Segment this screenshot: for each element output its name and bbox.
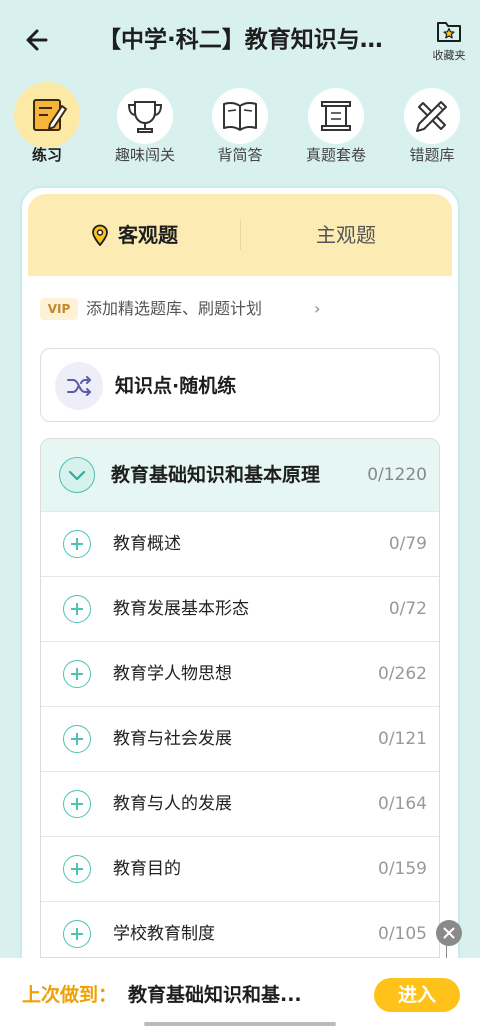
category-label: 错题库 — [409, 146, 455, 164]
enter-button[interactable]: 进入 — [374, 978, 460, 1012]
list-item-count: 0/262 — [378, 664, 427, 684]
list-item-label: 教育发展基本形态 — [113, 599, 249, 619]
last-done-label: 上次做到： — [22, 984, 118, 1006]
list-item[interactable]: 教育学人物思想 0/262 — [41, 641, 439, 706]
category-label: 练习 — [31, 146, 62, 164]
chapter-title: 教育基础知识和基本原理 — [111, 464, 321, 486]
last-progress-bar: 上次做到： 教育基础知识和基... 进入 — [0, 958, 480, 1029]
tab-subjective[interactable]: 主观题 — [240, 194, 452, 276]
list-item[interactable]: 教育发展基本形态 0/72 — [41, 576, 439, 641]
list-item-count: 0/105 — [378, 924, 427, 944]
plus-icon — [63, 660, 91, 688]
page-title: 【中学·科二】教育知识与… — [98, 27, 383, 53]
list-item-label: 教育目的 — [113, 859, 181, 879]
vip-promo-link[interactable]: VIP 添加精选题库、刷题计划 › — [40, 296, 440, 324]
back-button[interactable] — [22, 24, 54, 56]
random-practice-label: 知识点·随机练 — [115, 375, 237, 397]
category-nav: 练习 趣味闯关 背简答 真题套卷 错题库 — [0, 80, 480, 170]
question-type-tabs: 客观题 主观题 — [28, 194, 452, 276]
list-item-label: 教育与社会发展 — [113, 729, 232, 749]
tab-subjective-label: 主观题 — [316, 223, 376, 247]
list-item-label: 教育学人物思想 — [113, 664, 232, 684]
shuffle-icon — [67, 376, 91, 396]
chapter-count: 0/1220 — [367, 465, 427, 485]
category-label: 趣味闯关 — [114, 146, 175, 164]
list-item-label: 教育概述 — [113, 534, 181, 554]
list-item[interactable]: 教育与人的发展 0/164 — [41, 771, 439, 836]
tab-objective-label: 客观题 — [118, 223, 178, 247]
float-button-tether — [446, 944, 447, 958]
category-past-papers[interactable]: 真题套卷 — [291, 80, 381, 170]
pencil-ruler-icon — [416, 101, 447, 132]
plus-icon — [63, 920, 91, 948]
category-practice[interactable]: 练习 — [2, 80, 92, 170]
vip-promo-text: 添加精选题库、刷题计划 — [86, 299, 263, 318]
list-item-count: 0/164 — [378, 794, 427, 814]
list-item-count: 0/79 — [388, 534, 427, 554]
category-challenge[interactable]: 趣味闯关 — [100, 80, 190, 170]
category-label: 背简答 — [217, 146, 263, 164]
favorites-label: 收藏夹 — [432, 49, 466, 62]
list-item[interactable]: 教育与社会发展 0/121 — [41, 706, 439, 771]
chevron-down-icon — [68, 470, 85, 480]
scroll-icon — [321, 101, 351, 131]
chevron-right-icon: › — [314, 299, 321, 318]
list-item[interactable]: 教育概述 0/79 — [41, 511, 439, 576]
category-mistakes[interactable]: 错题库 — [387, 80, 477, 170]
list-item-count: 0/159 — [378, 859, 427, 879]
list-item[interactable]: 学校教育制度 0/105 — [41, 901, 439, 957]
random-practice-button[interactable]: 知识点·随机练 — [40, 348, 440, 422]
list-item-count: 0/121 — [378, 729, 427, 749]
header: 【中学·科二】教育知识与… 收藏夹 — [0, 0, 480, 80]
list-item-count: 0/72 — [388, 599, 427, 619]
tab-objective[interactable]: 客观题 — [28, 194, 240, 276]
pencil-notebook-icon — [33, 99, 67, 131]
folder-star-icon — [437, 22, 461, 42]
question-bank-card: 客观题 主观题 VIP 添加精选题库、刷题计划 › 知识点·随机练 教育基础知识… — [20, 186, 460, 986]
open-book-icon — [223, 101, 257, 131]
category-label: 真题套卷 — [305, 146, 366, 164]
home-indicator — [144, 1022, 336, 1026]
list-item[interactable]: 教育目的 0/159 — [41, 836, 439, 901]
category-short-answer[interactable]: 背简答 — [195, 80, 285, 170]
trophy-icon — [127, 101, 163, 133]
plus-icon — [63, 595, 91, 623]
chapter-header[interactable]: 教育基础知识和基本原理 0/1220 — [41, 439, 439, 511]
close-icon — [443, 927, 455, 939]
last-done-title: 教育基础知识和基... — [128, 984, 302, 1006]
plus-icon — [63, 855, 91, 883]
list-item-label: 教育与人的发展 — [113, 794, 232, 814]
plus-icon — [63, 725, 91, 753]
location-pin-icon — [92, 224, 108, 246]
plus-icon — [63, 790, 91, 818]
arrow-left-icon — [26, 29, 48, 51]
chapter-section: 教育基础知识和基本原理 0/1220 教育概述 0/79 教育发展基本形态 0/… — [40, 438, 440, 958]
list-item-label: 学校教育制度 — [113, 924, 215, 944]
close-float-button[interactable] — [436, 920, 462, 946]
plus-icon — [63, 530, 91, 558]
vip-badge: VIP — [40, 298, 78, 320]
favorites-button[interactable]: 收藏夹 — [424, 14, 474, 66]
